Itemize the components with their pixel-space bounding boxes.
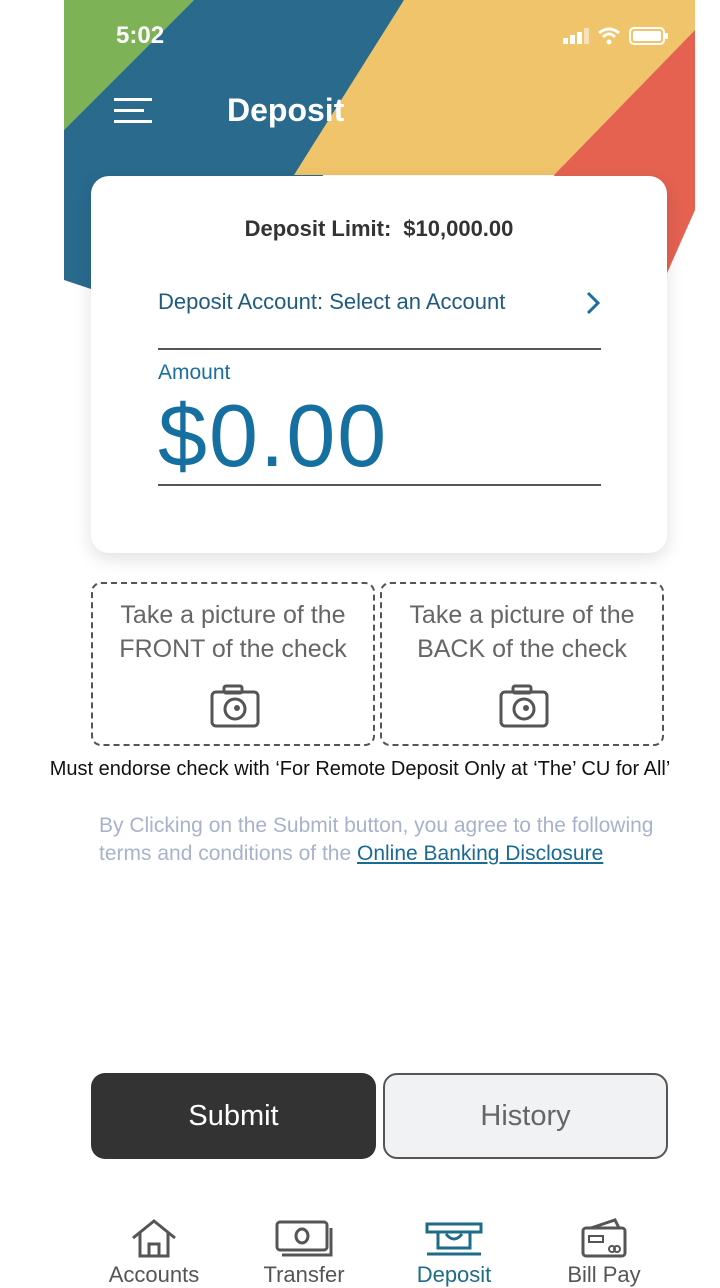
status-time: 5:02 bbox=[116, 22, 165, 49]
terms-text: By Clicking on the Submit button, you ag… bbox=[99, 812, 659, 868]
submit-button[interactable]: Submit bbox=[91, 1073, 376, 1159]
page-title: Deposit bbox=[227, 92, 345, 128]
back-check-text: Take a picture of the BACK of the check bbox=[382, 598, 662, 666]
back-check-photo-button[interactable]: Take a picture of the BACK of the check bbox=[380, 582, 664, 746]
front-check-line1: Take a picture of the bbox=[120, 601, 346, 629]
endorsement-note: Must endorse check with ‘For Remote Depo… bbox=[49, 758, 671, 780]
card-icon bbox=[581, 1218, 627, 1258]
deposit-account-selector[interactable]: Deposit Account: Select an Account bbox=[158, 276, 601, 350]
signal-icon bbox=[563, 28, 589, 44]
tab-bill-pay[interactable]: Bill Pay bbox=[544, 1218, 664, 1288]
battery-icon bbox=[629, 27, 668, 45]
history-button[interactable]: History bbox=[383, 1073, 668, 1159]
tab-bill-pay-label: Bill Pay bbox=[567, 1262, 641, 1287]
cash-icon bbox=[275, 1220, 333, 1257]
camera-icon bbox=[499, 684, 549, 728]
tab-transfer[interactable]: Transfer bbox=[244, 1218, 364, 1288]
front-check-photo-button[interactable]: Take a picture of the FRONT of the check bbox=[91, 582, 375, 746]
deposit-limit: Deposit Limit: $10,000.00 bbox=[91, 216, 667, 242]
amount-value: $0.00 bbox=[158, 386, 389, 485]
bottom-tab-bar: Accounts Transfer Deposit Bill Pay bbox=[0, 1218, 720, 1287]
hamburger-menu-icon[interactable] bbox=[114, 96, 154, 126]
amount-label: Amount bbox=[158, 361, 231, 384]
tab-accounts-label: Accounts bbox=[108, 1262, 200, 1287]
back-check-line1: Take a picture of the bbox=[409, 601, 635, 629]
tab-transfer-label: Transfer bbox=[263, 1262, 345, 1287]
wifi-icon bbox=[598, 27, 620, 45]
tab-deposit[interactable]: Deposit bbox=[394, 1218, 514, 1288]
tab-deposit-label: Deposit bbox=[416, 1262, 492, 1287]
home-icon bbox=[132, 1219, 176, 1258]
deposit-card: Deposit Limit: $10,000.00 Deposit Account… bbox=[91, 176, 667, 553]
amount-input[interactable]: $0.00 bbox=[158, 388, 601, 486]
front-check-text: Take a picture of the FRONT of the check bbox=[93, 598, 373, 666]
deposit-limit-value: $10,000.00 bbox=[403, 216, 514, 241]
deposit-icon bbox=[425, 1222, 483, 1256]
tab-accounts[interactable]: Accounts bbox=[94, 1218, 214, 1288]
camera-icon bbox=[210, 684, 260, 728]
deposit-limit-label: Deposit Limit: bbox=[244, 216, 392, 241]
front-check-line2: FRONT of the check bbox=[119, 635, 347, 663]
online-banking-disclosure-link[interactable]: Online Banking Disclosure bbox=[357, 842, 603, 865]
back-check-line2: BACK of the check bbox=[417, 635, 627, 663]
status-icons bbox=[563, 26, 669, 46]
deposit-account-label: Deposit Account: Select an Account bbox=[158, 289, 506, 314]
chevron-right-icon bbox=[586, 291, 601, 315]
